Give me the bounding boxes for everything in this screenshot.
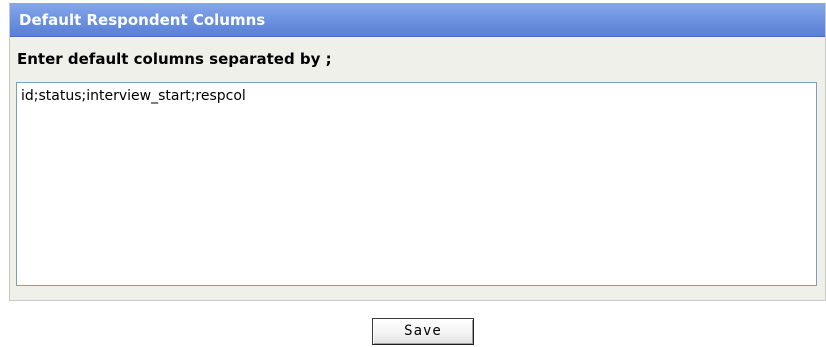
- columns-field-label: Enter default columns separated by ;: [17, 50, 332, 68]
- panel-title: Default Respondent Columns: [10, 3, 825, 37]
- default-columns-textarea[interactable]: id;status;interview_start;respcol: [16, 82, 817, 286]
- default-columns-panel: Default Respondent Columns Enter default…: [9, 3, 826, 301]
- save-button[interactable]: Save: [372, 318, 474, 345]
